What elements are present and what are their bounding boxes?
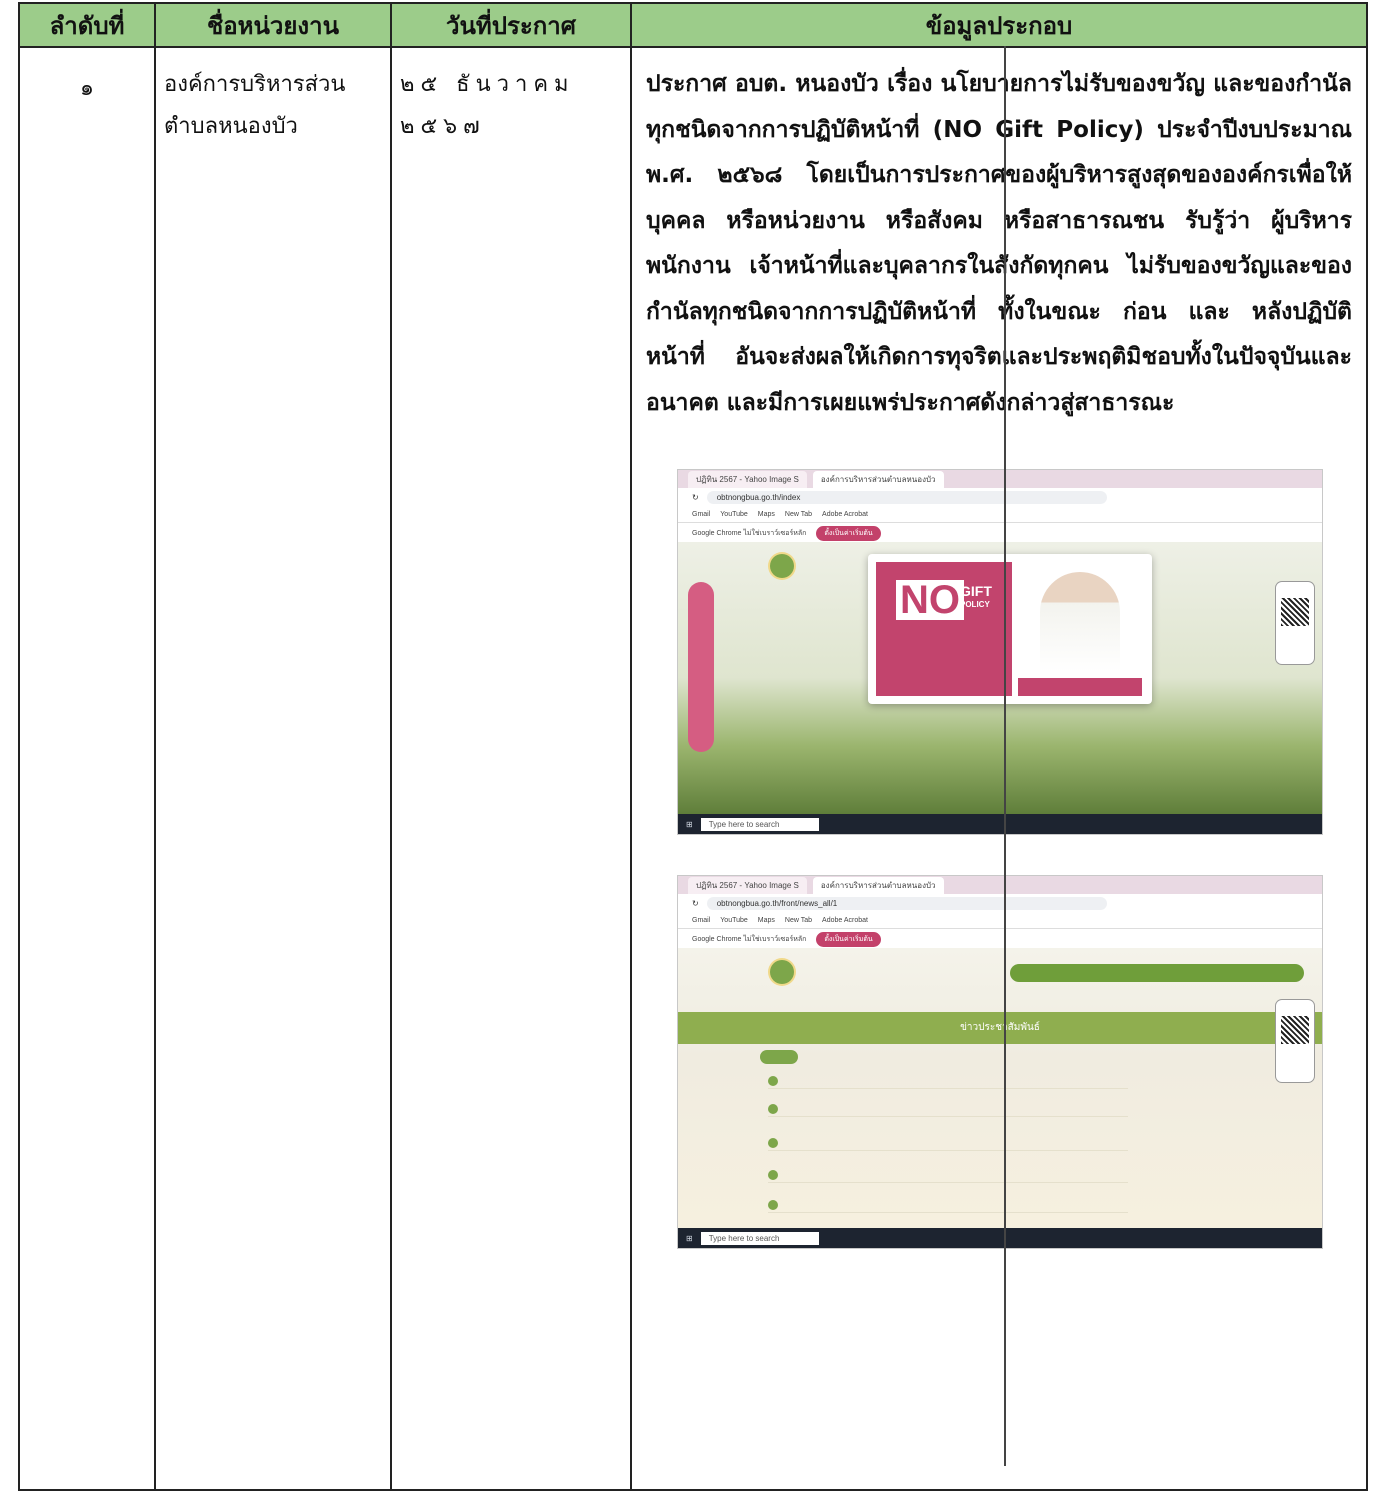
- official-portrait: [1040, 572, 1120, 672]
- news-item: [768, 1138, 1128, 1151]
- browser-tab-bar: ปฏิทิน 2567 - Yahoo Image S องค์การบริหา…: [678, 470, 1322, 488]
- bookmarks-bar: Gmail YouTube Maps New Tab Adobe Acrobat: [678, 506, 1322, 523]
- windows-icon: ⊞: [686, 819, 693, 829]
- browser-tab: ปฏิทิน 2567 - Yahoo Image S: [688, 876, 807, 894]
- windows-icon: ⊞: [686, 1233, 693, 1243]
- news-item: [768, 1104, 1128, 1117]
- popup-gift: GIFT: [960, 583, 992, 599]
- bookmark: YouTube: [720, 916, 748, 924]
- date-line-1: ๒๕ ธันวาคม: [400, 72, 575, 97]
- date-line-2: ๒๕๖๗: [400, 114, 486, 139]
- bookmarks-bar: Gmail YouTube Maps New Tab Adobe Acrobat: [678, 912, 1322, 929]
- bookmark: Gmail: [692, 916, 711, 924]
- qr-code-icon: [1276, 582, 1314, 664]
- header-info: ข้อมูลประกอบ: [630, 2, 1368, 48]
- website-screenshot-news: ปฏิทิน 2567 - Yahoo Image S องค์การบริหา…: [678, 876, 1322, 1248]
- notice-text: Google Chrome ไม่ใช่เบราว์เซอร์หลัก: [692, 529, 807, 537]
- browser-tab-active: องค์การบริหารส่วนตำบลหนองบัว: [812, 876, 944, 894]
- website-area: ข่าวประชาสัมพันธ์: [678, 948, 1322, 1228]
- qr-code-icon: [1276, 1000, 1314, 1082]
- website-screenshot-popup: ปฏิทิน 2567 - Yahoo Image S องค์การบริหา…: [678, 470, 1322, 834]
- notice-text: Google Chrome ไม่ใช่เบราว์เซอร์หลัก: [692, 935, 807, 943]
- news-banner: ข่าวประชาสัมพันธ์: [678, 1012, 1322, 1044]
- popup-policy: POLICY: [960, 600, 990, 609]
- url-text: obtnongbua.go.th/front/news_all/1: [706, 896, 1107, 910]
- windows-taskbar: ⊞ Type here to search: [678, 814, 1322, 834]
- bookmark: Maps: [757, 916, 775, 924]
- notice-button: ตั้งเป็นค่าเริ่มต้น: [816, 525, 881, 541]
- info-cell: ประกาศ อบต. หนองบัว เรื่อง นโยบายการไม่ร…: [630, 46, 1368, 1491]
- scan-crease-line: [1004, 46, 1006, 1466]
- portrait-caption: [1018, 678, 1142, 696]
- agency-line-2: ตำบลหนองบัว: [164, 114, 298, 139]
- reload-icon: ↻: [692, 898, 699, 908]
- taskbar-search: Type here to search: [700, 817, 820, 831]
- default-browser-notice: Google Chrome ไม่ใช่เบราว์เซอร์หลัก ตั้ง…: [678, 929, 1322, 949]
- website-area: NO GIFT POLICY: [678, 542, 1322, 814]
- address-bar: ↻ obtnongbua.go.th/front/news_all/1: [678, 894, 1322, 912]
- news-item: [768, 1170, 1128, 1183]
- logo: [770, 960, 794, 984]
- default-browser-notice: Google Chrome ไม่ใช่เบราว์เซอร์หลัก ตั้ง…: [678, 523, 1322, 543]
- browser-tab-bar: ปฏิทิน 2567 - Yahoo Image S องค์การบริหา…: [678, 876, 1322, 894]
- browser-tab: ปฏิทิน 2567 - Yahoo Image S: [688, 470, 807, 488]
- header-agency: ชื่อหน่วยงาน: [154, 2, 392, 48]
- bookmark: Gmail: [692, 510, 711, 518]
- table-row: ๑ องค์การบริหารส่วน ตำบลหนองบัว ๒๕ ธันวา…: [18, 46, 1368, 1491]
- side-menu: [688, 582, 714, 752]
- date-cell: ๒๕ ธันวาคม ๒๕๖๗: [390, 46, 632, 1491]
- header-date: วันที่ประกาศ: [390, 2, 632, 48]
- header-order: ลำดับที่: [18, 2, 156, 48]
- no-gift-popup: NO GIFT POLICY: [868, 554, 1152, 704]
- popup-gift-text: GIFT POLICY: [960, 584, 992, 612]
- windows-taskbar: ⊞ Type here to search: [678, 1228, 1322, 1248]
- popup-no-text: NO: [896, 580, 964, 620]
- header-row: ลำดับที่ ชื่อหน่วยงาน วันที่ประกาศ ข้อมู…: [18, 2, 1368, 48]
- bookmark: Maps: [757, 510, 775, 518]
- url-text: obtnongbua.go.th/index: [706, 490, 1107, 504]
- site-navbar: [1010, 964, 1304, 982]
- bookmark: YouTube: [720, 510, 748, 518]
- document-table: ลำดับที่ ชื่อหน่วยงาน วันที่ประกาศ ข้อมู…: [18, 2, 1368, 1491]
- news-filter-button: [760, 1050, 798, 1064]
- taskbar-search: Type here to search: [700, 1231, 820, 1245]
- bookmark: Adobe Acrobat: [822, 510, 868, 518]
- news-item: [768, 1076, 1128, 1089]
- agency-line-1: องค์การบริหารส่วน: [164, 72, 346, 97]
- bookmark: New Tab: [784, 916, 813, 924]
- bookmark: Adobe Acrobat: [822, 916, 868, 924]
- logo: [770, 554, 794, 578]
- reload-icon: ↻: [692, 492, 699, 502]
- info-paragraph: ประกาศ อบต. หนองบัว เรื่อง นโยบายการไม่ร…: [646, 71, 1352, 416]
- news-item: [768, 1200, 1128, 1213]
- agency-cell: องค์การบริหารส่วน ตำบลหนองบัว: [154, 46, 392, 1491]
- browser-tab-active: องค์การบริหารส่วนตำบลหนองบัว: [812, 470, 944, 488]
- row-number: ๑: [18, 46, 156, 1491]
- address-bar: ↻ obtnongbua.go.th/index: [678, 488, 1322, 506]
- notice-button: ตั้งเป็นค่าเริ่มต้น: [816, 931, 881, 947]
- bookmark: New Tab: [784, 510, 813, 518]
